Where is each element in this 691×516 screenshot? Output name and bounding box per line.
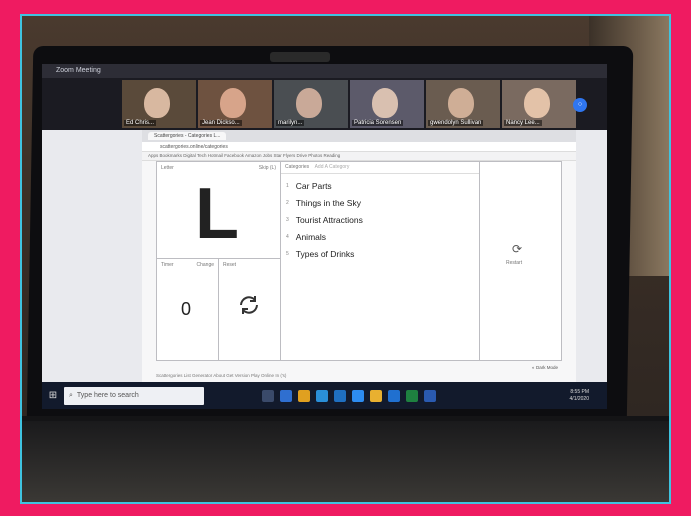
app-icon[interactable] — [424, 389, 436, 402]
list-item[interactable]: 1 Car Parts — [281, 178, 479, 195]
app-footer: Scattergories List Generator About Get V… — [156, 373, 287, 378]
webcam-icon — [270, 52, 330, 62]
dark-mode-toggle[interactable]: ◐ Dark Mode — [532, 365, 558, 370]
add-category-link[interactable]: Add A Category — [315, 164, 350, 170]
letter-panel: Letter Skip (L) L — [157, 162, 281, 259]
folder-icon[interactable] — [298, 389, 310, 402]
zoom-view-icon[interactable]: ○ — [573, 98, 587, 112]
laptop-keyboard — [22, 421, 669, 502]
task-view-icon[interactable] — [262, 389, 274, 402]
windows-taskbar: ⊞ ⌕ Type here to search 8:55 PM 4/1/2020 — [42, 382, 607, 409]
list-item[interactable]: 4 Animals — [281, 229, 479, 246]
taskbar-search[interactable]: ⌕ Type here to search — [64, 386, 204, 405]
restart-label: Restart — [506, 260, 523, 266]
participant-tile[interactable]: marilyn... — [274, 80, 348, 128]
excel-icon[interactable] — [406, 389, 418, 402]
reset-panel[interactable]: Reset — [219, 259, 281, 360]
categories-header: Categories Add A Category — [281, 162, 479, 174]
skip-letter-link[interactable]: Skip (L) — [259, 165, 276, 171]
chrome-icon[interactable] — [370, 389, 382, 402]
tab-active[interactable]: Scattergories - Categories L... — [148, 132, 227, 140]
participant-tile[interactable]: gwendolyn Sullivan — [426, 80, 500, 128]
zoom-gallery: Ed Chris... Jean Dickso... marilyn... Pa… — [42, 78, 607, 130]
timer-panel: Timer Change 0 — [157, 259, 219, 360]
participant-tile[interactable]: Jean Dickso... — [198, 80, 272, 128]
word-icon[interactable] — [388, 389, 400, 402]
list-item[interactable]: 3 Tourist Attractions — [281, 212, 479, 229]
store-icon[interactable] — [316, 389, 328, 402]
address-bar[interactable]: scattergories.online/categories — [142, 142, 576, 152]
zoom-icon[interactable] — [352, 389, 364, 402]
reset-label: Reset — [223, 262, 237, 268]
current-letter: L — [195, 174, 239, 254]
list-item[interactable]: 2 Things in the Sky — [281, 195, 479, 212]
photo: Zoom Meeting Ed Chris... Jean Dickso... … — [20, 14, 671, 504]
timer-value: 0 — [181, 299, 192, 319]
tab-bar: Scattergories - Categories L... — [142, 130, 576, 142]
timer-label: Timer — [161, 262, 174, 268]
zoom-title-bar: Zoom Meeting — [42, 64, 607, 78]
taskbar-clock[interactable]: 8:55 PM 4/1/2020 — [570, 389, 589, 403]
scattergories-app: Letter Skip (L) L Timer Change 0 Reset C… — [156, 161, 562, 361]
restart-icon[interactable]: ⟳ — [512, 242, 522, 256]
bookmarks-bar[interactable]: Apps Bookmarks Digital Tech Hotmail Face… — [142, 152, 576, 161]
refresh-icon[interactable] — [237, 293, 261, 317]
categories-panel: Categories Add A Category 1 Car Parts 2 Th… — [281, 162, 480, 360]
edge-icon[interactable] — [280, 389, 292, 402]
list-item[interactable]: 5 Types of Drinks — [281, 246, 479, 263]
restart-panel[interactable]: ⟳ Restart — [480, 162, 561, 360]
mail-icon[interactable] — [334, 389, 346, 402]
letter-label: Letter — [161, 165, 174, 171]
browser-window: Scattergories - Categories L... scatterg… — [142, 130, 576, 382]
participant-tile[interactable]: Nancy Lee... — [502, 80, 576, 128]
participant-tile[interactable]: Patricia Sorensen — [350, 80, 424, 128]
category-list: 1 Car Parts 2 Things in the Sky 3 Tourist A… — [281, 178, 479, 263]
laptop-screen: Zoom Meeting Ed Chris... Jean Dickso... … — [42, 64, 607, 409]
windows-start-icon[interactable]: ⊞ — [42, 382, 64, 409]
taskbar-apps — [262, 389, 436, 402]
participant-tile[interactable]: Ed Chris... — [122, 80, 196, 128]
timer-change-link[interactable]: Change — [196, 262, 214, 268]
search-icon: ⌕ — [69, 391, 73, 399]
